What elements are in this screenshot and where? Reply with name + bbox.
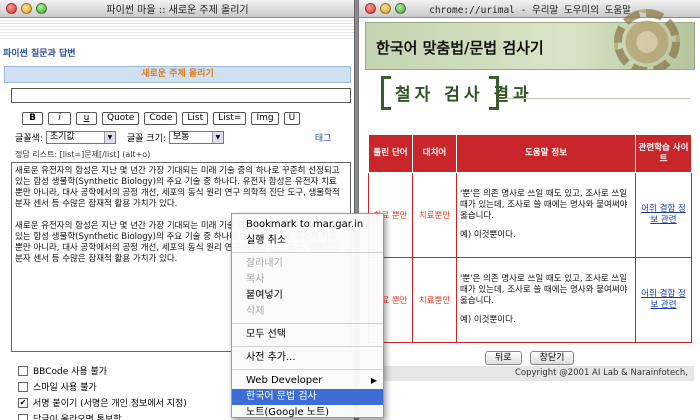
- img-button[interactable]: Img: [251, 112, 279, 125]
- spell-check-table: 틀린 단어 대치어 도움말 정보 관련학습 사이트 치료 뿐만 치료뿐만 '뿐'…: [368, 134, 692, 343]
- new-topic-header: 새로운 주제 올리기: [4, 66, 351, 83]
- option-notify-reply[interactable]: 답글이 올라오면 통보함: [18, 412, 187, 420]
- context-menu: Bookmark to mar.gar.in 실행 취소 잘라내기 복사 붙여넣…: [231, 213, 384, 418]
- subject-input[interactable]: [11, 88, 351, 103]
- editor-paragraph: 새로운 유전자의 합성은 지난 몇 년간 가장 기대되는 미래 기술 중의 하나…: [15, 166, 340, 209]
- toolbar-stripe: [0, 18, 354, 40]
- checkbox-checked[interactable]: ✔: [18, 397, 28, 408]
- close-button[interactable]: 창닫기: [529, 351, 575, 365]
- option-disable-smilies[interactable]: 스마일 사용 불가: [18, 380, 187, 393]
- copyright-footer: Copyright @2001 AI Lab & Narainfotech,: [364, 366, 694, 381]
- help-info: '뿐'은 의존 명사로 쓰일 때도 있고, 조사로 쓰일 때가 있는데, 조사로…: [456, 257, 636, 343]
- submenu-arrow-icon: ▶: [370, 376, 377, 385]
- forum-window-titlebar[interactable]: 파이썬 마을 :: 새로운 주제 올리기: [0, 0, 354, 18]
- close-window-icon[interactable]: [365, 3, 376, 14]
- font-options-row: 글꼴색: 초기값 ▼ 글꼴 크기: 보통 ▼ 태그: [15, 131, 331, 144]
- menu-item-bookmark[interactable]: Bookmark to mar.gar.in: [232, 217, 383, 233]
- tag-link[interactable]: 태그: [315, 131, 332, 144]
- help-example: 예) 이것뿐이다.: [460, 230, 516, 240]
- divider: [505, 98, 690, 99]
- option-label: 답글이 올라오면 통보함: [33, 415, 122, 420]
- menu-item-select-all[interactable]: 모두 선택: [232, 327, 383, 343]
- menu-item-copy: 복사: [246, 274, 265, 285]
- menu-item-google-notebook[interactable]: 노트(Google 노트): [232, 405, 383, 420]
- replacement-word[interactable]: 치료뿐만: [412, 257, 457, 343]
- forum-window-title: 파이썬 마을 :: 새로운 주제 올리기: [106, 5, 249, 16]
- help-text: '뿐'은 의존 명사로 쓰일 때도 있고, 조사로 쓰일 때가 있는데, 조사로…: [460, 189, 628, 221]
- help-example: 예) 이것뿐이다.: [460, 315, 516, 325]
- url-button[interactable]: U: [283, 112, 301, 125]
- window-controls: [359, 3, 406, 14]
- font-color-value: 초기값: [49, 132, 75, 142]
- menu-item-grammar-check[interactable]: 한국어 문법 검사: [232, 389, 383, 405]
- menu-item-paste[interactable]: 붙여넣기: [232, 288, 383, 304]
- zoom-window-icon[interactable]: [395, 3, 406, 14]
- menu-item-undo[interactable]: 실행 취소: [232, 233, 383, 249]
- menu-separator: [232, 346, 383, 347]
- help-text: '뿐'은 의존 명사로 쓰일 때도 있고, 조사로 쓰일 때가 있는데, 조사로…: [460, 274, 628, 306]
- font-color-select[interactable]: 초기값 ▼: [45, 131, 116, 144]
- banner-title: 한국어 맞춤법/문법 검사기: [376, 39, 544, 57]
- checkbox[interactable]: [18, 365, 28, 376]
- menu-item-label: Web Developer: [246, 375, 323, 386]
- table-row: 치료 뿐만 치료뿐만 '뿐'은 의존 명사로 쓰일 때도 있고, 조사로 쓰일 …: [368, 172, 692, 258]
- minimize-window-icon[interactable]: [380, 3, 391, 14]
- list-hint: 정답 리스트: [list=]문제[/list] (alt+o): [15, 150, 151, 159]
- table-header-row: 틀린 단어 대치어 도움말 정보 관련학습 사이트: [368, 134, 692, 173]
- option-disable-bbcode[interactable]: BBCode 사용 불가: [18, 364, 187, 377]
- code-button[interactable]: Code: [144, 112, 178, 125]
- option-label: BBCode 사용 불가: [33, 367, 108, 377]
- help-info: '뿐'은 의존 명사로 쓰일 때도 있고, 조사로 쓰일 때가 있는데, 조사로…: [456, 172, 636, 258]
- result-title: 철자 검사 결과: [395, 85, 533, 105]
- zoom-window-icon[interactable]: [36, 3, 47, 14]
- board-title-link[interactable]: 파이썬 질문과 답변: [3, 46, 76, 59]
- font-size-value: 보통: [172, 132, 190, 142]
- column-header: 틀린 단어: [368, 134, 413, 173]
- font-size-label: 글꼴 크기:: [126, 134, 166, 144]
- menu-item-cut: 잘라내기: [246, 258, 283, 269]
- result-heading: 철자 검사 결과: [365, 70, 695, 122]
- font-size-select[interactable]: 보통 ▼: [168, 131, 224, 144]
- menu-separator: [232, 323, 383, 324]
- option-label: 스마일 사용 불가: [33, 383, 97, 393]
- chevron-down-icon: ▼: [103, 132, 115, 143]
- checker-banner: 한국어 맞춤법/문법 검사기: [365, 9, 695, 75]
- column-header: 대치어: [412, 134, 457, 173]
- window-controls: [0, 3, 47, 14]
- menu-separator: [232, 252, 383, 253]
- menu-item-delete: 삭제: [246, 306, 265, 317]
- underline-button[interactable]: u: [76, 112, 97, 125]
- column-header: 도움말 정보: [456, 134, 636, 173]
- gear-icon: [614, 9, 680, 75]
- menu-item-web-developer[interactable]: Web Developer ▶: [232, 373, 383, 389]
- checkbox[interactable]: [18, 413, 28, 420]
- replacement-word[interactable]: 치료뿐만: [412, 172, 457, 258]
- menu-item-add-dictionary[interactable]: 사전 추가...: [232, 350, 383, 366]
- italic-button[interactable]: i: [48, 112, 71, 125]
- font-color-label: 글꼴색:: [15, 134, 43, 144]
- column-header: 관련학습 사이트: [635, 134, 692, 173]
- close-window-icon[interactable]: [6, 3, 17, 14]
- checkbox[interactable]: [18, 381, 28, 392]
- option-attach-signature[interactable]: ✔ 서명 붙이기 (서명은 개인 정보에서 지정): [18, 396, 187, 409]
- bbcode-toolbar: B i u Quote Code List List= Img U: [22, 112, 301, 125]
- list-button[interactable]: List: [182, 112, 209, 125]
- chevron-down-icon: ▼: [211, 132, 223, 143]
- bracket-left-icon: [381, 76, 391, 110]
- post-options: BBCode 사용 불가 스마일 사용 불가 ✔ 서명 붙이기 (서명은 개인 …: [18, 364, 187, 420]
- help-window-title: chrome://urimal - 우리말 도우미의 도움말: [429, 4, 631, 16]
- bold-button[interactable]: B: [22, 112, 43, 125]
- related-site-link[interactable]: 어휘 결합 정보 관련: [635, 172, 692, 258]
- help-nav-buttons: 뒤로 창닫기: [485, 351, 575, 365]
- ordered-list-button[interactable]: List=: [213, 112, 247, 125]
- minimize-window-icon[interactable]: [21, 3, 32, 14]
- menu-separator: [232, 369, 383, 370]
- bracket-right-icon: [489, 76, 499, 110]
- related-site-link[interactable]: 어휘 결합 정보 관련: [635, 257, 692, 343]
- option-label: 서명 붙이기 (서명은 개인 정보에서 지정): [33, 399, 187, 409]
- back-button[interactable]: 뒤로: [485, 351, 522, 365]
- quote-button[interactable]: Quote: [102, 112, 140, 125]
- table-row: 치료 뿐만 치료뿐만 '뿐'은 의존 명사로 쓰일 때도 있고, 조사로 쓰일 …: [368, 257, 692, 343]
